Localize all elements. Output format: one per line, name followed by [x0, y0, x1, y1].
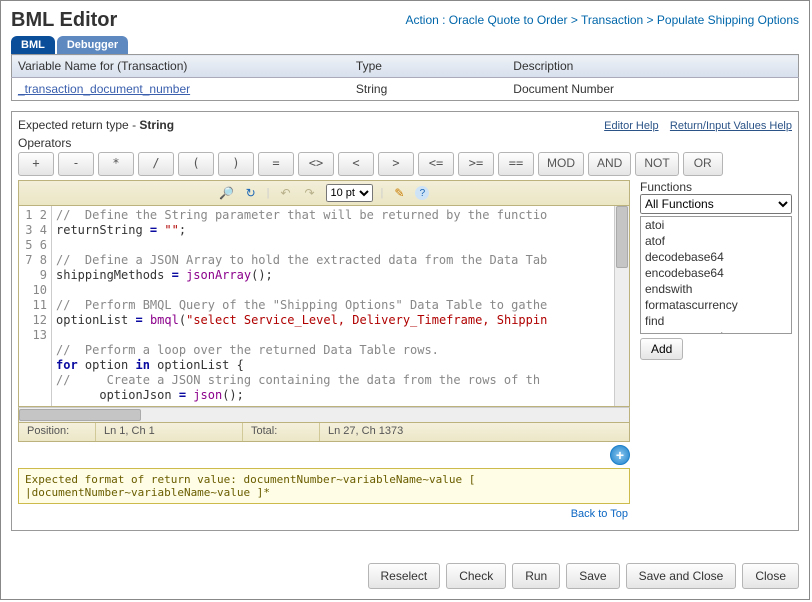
add-editor-icon[interactable]: +: [610, 445, 630, 465]
variable-link[interactable]: _transaction_document_number: [18, 82, 190, 96]
code-content[interactable]: // Define the String parameter that will…: [52, 206, 614, 406]
op-assign[interactable]: =: [258, 152, 294, 176]
tab-debugger[interactable]: Debugger: [57, 36, 128, 54]
list-item[interactable]: atof: [641, 233, 791, 249]
check-button[interactable]: Check: [446, 563, 506, 589]
op-div[interactable]: /: [138, 152, 174, 176]
list-item[interactable]: getcurrencyvalue: [641, 329, 791, 334]
redo-icon[interactable]: ↷: [302, 185, 318, 201]
expected-return-type: Expected return type - String: [18, 118, 174, 132]
highlight-icon[interactable]: ✎: [391, 185, 407, 201]
op-mul[interactable]: *: [98, 152, 134, 176]
op-lparen[interactable]: (: [178, 152, 214, 176]
functions-category-select[interactable]: All Functions: [640, 194, 792, 214]
list-item[interactable]: encodebase64: [641, 265, 791, 281]
op-or[interactable]: OR: [683, 152, 723, 176]
code-editor[interactable]: 1 2 3 4 5 6 7 8 9 10 11 12 13 // Define …: [18, 206, 630, 407]
op-mod[interactable]: MOD: [538, 152, 584, 176]
back-to-top-link[interactable]: Back to Top: [571, 508, 628, 520]
list-item[interactable]: formatascurrency: [641, 297, 791, 313]
col-header-type: Type: [350, 55, 507, 78]
op-and[interactable]: AND: [588, 152, 631, 176]
vertical-scrollbar[interactable]: [614, 206, 629, 406]
reselect-button[interactable]: Reselect: [368, 563, 441, 589]
table-row: _transaction_document_number String Docu…: [12, 78, 799, 101]
code-toolbar: 🔎 ↻ | ↶ ↷ 10 pt | ✎ ?: [18, 180, 630, 206]
op-gt[interactable]: >: [378, 152, 414, 176]
horizontal-scrollbar[interactable]: [18, 407, 630, 423]
return-input-help-link[interactable]: Return/Input Values Help: [670, 120, 792, 132]
op-gte[interactable]: >=: [458, 152, 494, 176]
close-button[interactable]: Close: [742, 563, 799, 589]
op-lte[interactable]: <=: [418, 152, 454, 176]
functions-list[interactable]: atoi atof decodebase64 encodebase64 ends…: [640, 216, 792, 334]
help-icon[interactable]: ?: [415, 186, 429, 200]
breadcrumb: Action : Oracle Quote to Order > Transac…: [405, 9, 799, 27]
operators-label: Operators: [18, 134, 792, 152]
editor-help-link[interactable]: Editor Help: [604, 120, 658, 132]
editor-status-bar: Position: Ln 1, Ch 1 Total: Ln 27, Ch 13…: [18, 423, 630, 442]
list-item[interactable]: endswith: [641, 281, 791, 297]
op-lt[interactable]: <: [338, 152, 374, 176]
line-gutter: 1 2 3 4 5 6 7 8 9 10 11 12 13: [19, 206, 52, 406]
list-item[interactable]: decodebase64: [641, 249, 791, 265]
variable-desc: Document Number: [507, 78, 798, 101]
variable-type: String: [350, 78, 507, 101]
variables-table: Variable Name for (Transaction) Type Des…: [11, 54, 799, 101]
op-minus[interactable]: -: [58, 152, 94, 176]
run-button[interactable]: Run: [512, 563, 560, 589]
op-rparen[interactable]: ): [218, 152, 254, 176]
functions-label: Functions: [640, 180, 692, 194]
undo-icon[interactable]: ↶: [278, 185, 294, 201]
expected-format: Expected format of return value: documen…: [18, 468, 630, 504]
tab-bml[interactable]: BML: [11, 36, 55, 54]
op-neq[interactable]: <>: [298, 152, 334, 176]
col-header-name: Variable Name for (Transaction): [12, 55, 350, 78]
refresh-icon[interactable]: ↻: [243, 185, 259, 201]
save-button[interactable]: Save: [566, 563, 619, 589]
font-size-select[interactable]: 10 pt: [326, 184, 373, 202]
op-eq[interactable]: ==: [498, 152, 534, 176]
operators-bar: + - * / ( ) = <> < > <= >= == MOD AND NO…: [18, 152, 792, 180]
find-icon[interactable]: 🔎: [219, 185, 235, 201]
list-item[interactable]: find: [641, 313, 791, 329]
add-function-button[interactable]: Add: [640, 338, 683, 360]
list-item[interactable]: atoi: [641, 217, 791, 233]
page-title: BML Editor: [11, 9, 117, 32]
save-and-close-button[interactable]: Save and Close: [626, 563, 737, 589]
op-plus[interactable]: +: [18, 152, 54, 176]
col-header-desc: Description: [507, 55, 798, 78]
op-not[interactable]: NOT: [635, 152, 678, 176]
